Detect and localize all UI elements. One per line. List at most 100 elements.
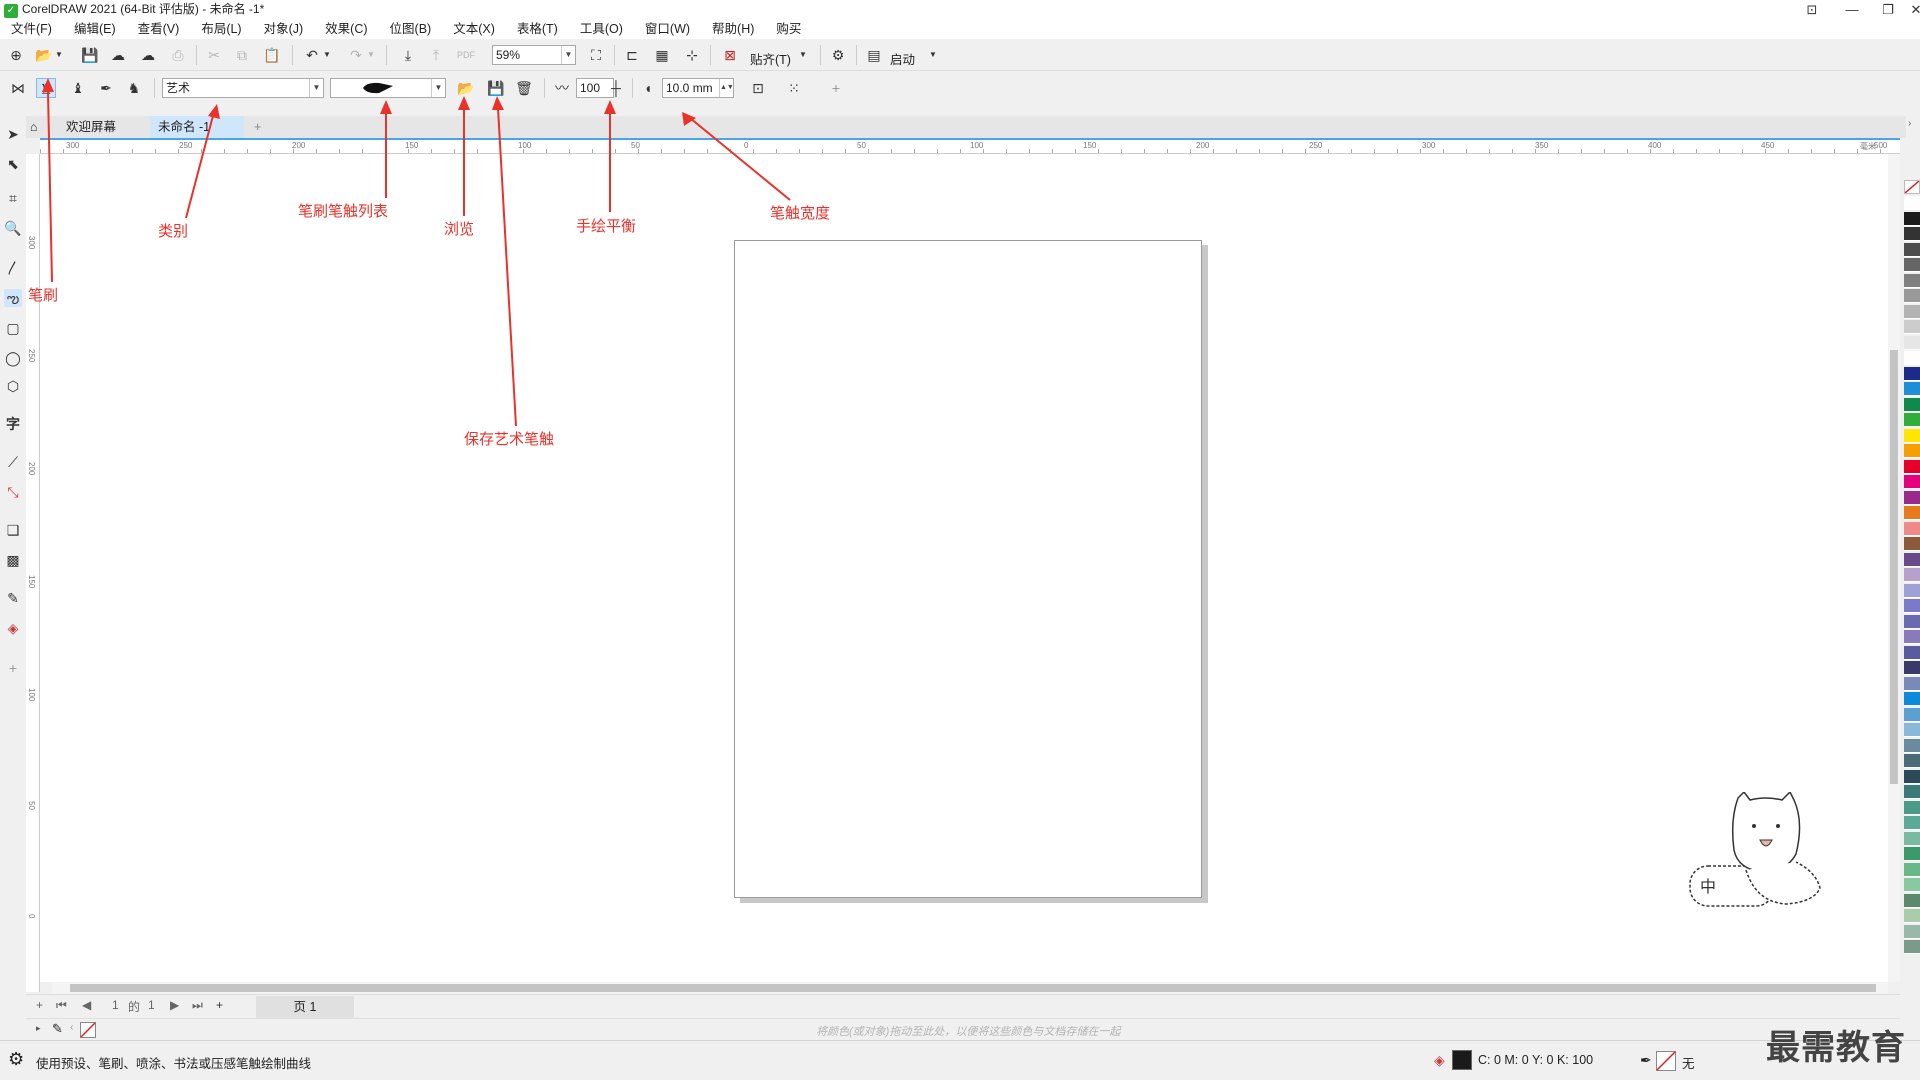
launch-icon[interactable]: ▤ xyxy=(864,45,884,65)
menu-help[interactable]: 帮助(H) xyxy=(701,19,765,39)
pick-tool-icon[interactable]: ➤ xyxy=(4,125,22,143)
palette-swatch[interactable] xyxy=(1904,320,1920,334)
bounding-box-icon[interactable]: ⁙ xyxy=(784,78,804,98)
menu-file[interactable]: 文件(F) xyxy=(0,19,63,39)
palette-swatch[interactable] xyxy=(1904,738,1920,753)
menu-tools[interactable]: 工具(O) xyxy=(569,19,634,39)
palette-eyedropper-icon[interactable]: ✎ xyxy=(52,1021,63,1037)
full-screen-icon[interactable]: ⛶ xyxy=(586,45,606,65)
drawing-page[interactable] xyxy=(734,240,1202,898)
options-gear-icon[interactable]: ⚙ xyxy=(828,45,848,65)
crop-tool-icon[interactable]: ⌗ xyxy=(4,189,22,207)
freehand-smoothing-icon[interactable]: 〰 xyxy=(552,78,572,98)
palette-swatch[interactable] xyxy=(1904,893,1920,908)
category-combo[interactable]: 艺术 ▼ xyxy=(162,78,324,98)
tab-welcome-screen[interactable]: 欢迎屏幕 xyxy=(58,116,124,138)
interactive-fill-tool-icon[interactable]: ◈ xyxy=(4,619,22,637)
import-icon[interactable]: ⤓ xyxy=(398,45,418,65)
text-tool-icon[interactable]: 字 xyxy=(4,415,22,433)
palette-swatch[interactable] xyxy=(1904,459,1920,474)
fill-color-swatch[interactable] xyxy=(1452,1050,1472,1070)
open-folder-icon[interactable]: 📂 xyxy=(34,45,54,65)
palette-swatch[interactable] xyxy=(1904,847,1920,861)
palette-swatch[interactable] xyxy=(1904,614,1920,629)
palette-swatch[interactable] xyxy=(1904,444,1920,458)
menu-buy[interactable]: 购买 xyxy=(765,19,812,39)
menu-layout[interactable]: 布局(L) xyxy=(190,19,252,39)
last-page-icon[interactable]: ⏭ xyxy=(192,998,203,1013)
open-dropdown-icon[interactable]: ▼ xyxy=(54,45,64,65)
palette-swatch[interactable] xyxy=(1904,692,1920,706)
rectangle-tool-icon[interactable]: ▢ xyxy=(4,319,22,337)
artistic-media-tool-icon[interactable]: ఌ xyxy=(4,289,22,307)
transparency-tool-icon[interactable]: ▩ xyxy=(4,551,22,569)
palette-swatch[interactable] xyxy=(1904,397,1920,412)
alignment-guides-icon[interactable]: ⊠ xyxy=(720,45,740,65)
snap-dropdown-icon[interactable]: ▼ xyxy=(798,45,808,65)
redo-dropdown-icon[interactable]: ▼ xyxy=(366,45,376,65)
palette-swatch[interactable] xyxy=(1904,196,1920,210)
palette-swatch[interactable] xyxy=(1904,599,1920,613)
palette-swatch[interactable] xyxy=(1904,366,1920,381)
horizontal-scroll-thumb[interactable] xyxy=(70,984,1876,992)
cloud-download-icon[interactable]: ☁ xyxy=(108,45,128,65)
palette-swatch[interactable] xyxy=(1904,831,1920,846)
menu-window[interactable]: 窗口(W) xyxy=(634,19,701,39)
palette-swatch[interactable] xyxy=(1904,568,1920,582)
parallel-dimension-tool-icon[interactable]: ⟋ xyxy=(4,453,22,471)
zoom-tool-icon[interactable]: 🔍 xyxy=(4,219,22,237)
new-document-icon[interactable]: ⊕ xyxy=(6,45,26,65)
page-tab-1[interactable]: 页 1 xyxy=(256,996,354,1018)
palette-swatch[interactable] xyxy=(1904,676,1920,691)
save-icon[interactable]: 💾 xyxy=(80,45,100,65)
palette-swatch[interactable] xyxy=(1904,537,1920,551)
palette-swatch[interactable] xyxy=(1904,800,1920,815)
palette-swatch[interactable] xyxy=(1904,785,1920,799)
menu-bitmaps[interactable]: 位图(B) xyxy=(379,19,443,39)
eyedropper-tool-icon[interactable]: ✎ xyxy=(4,589,22,607)
undo-dropdown-icon[interactable]: ▼ xyxy=(322,45,332,65)
menu-text[interactable]: 文本(X) xyxy=(442,19,506,39)
next-page-icon[interactable]: ▶ xyxy=(170,998,179,1012)
close-button[interactable]: ✕ xyxy=(1900,0,1920,19)
previous-page-icon[interactable]: ◀ xyxy=(82,998,91,1012)
menu-edit[interactable]: 编辑(E) xyxy=(63,19,127,39)
home-icon[interactable]: ⌂ xyxy=(26,116,42,138)
palette-swatch[interactable] xyxy=(1904,227,1920,241)
cut-icon[interactable]: ✂ xyxy=(204,45,224,65)
horizontal-scrollbar[interactable] xyxy=(52,982,1888,994)
save-artistic-stroke-icon[interactable]: 💾 xyxy=(486,78,506,98)
palette-expand-icon[interactable]: ▸ xyxy=(36,1023,41,1034)
outline-pen-icon[interactable]: ✒ xyxy=(1640,1052,1652,1069)
no-color-doc-swatch[interactable] xyxy=(80,1022,96,1038)
palette-swatch[interactable] xyxy=(1904,475,1920,489)
brush-stroke-combo[interactable]: ▼ xyxy=(330,78,446,98)
menu-object[interactable]: 对象(J) xyxy=(253,19,315,39)
tab-document[interactable]: 未命名 -1 xyxy=(150,116,244,138)
palette-swatch[interactable] xyxy=(1904,924,1920,939)
palette-swatch[interactable] xyxy=(1904,506,1920,520)
scroll-tabs-icon[interactable]: › xyxy=(1908,118,1911,129)
print-icon[interactable]: ⎙ xyxy=(168,45,188,65)
palette-swatch[interactable] xyxy=(1904,490,1920,505)
palette-swatch[interactable] xyxy=(1904,909,1920,923)
copy-icon[interactable]: ⧉ xyxy=(232,45,252,65)
palette-swatch[interactable] xyxy=(1904,428,1920,443)
outline-color-swatch[interactable] xyxy=(1656,1051,1676,1071)
palette-swatch[interactable] xyxy=(1904,351,1920,365)
stroke-width-input[interactable]: 10.0 mm ▲▼ xyxy=(662,78,734,98)
first-page-icon[interactable]: ⏮ xyxy=(56,998,67,1013)
show-rulers-icon[interactable]: ⊏ xyxy=(622,45,642,65)
vertical-scrollbar[interactable] xyxy=(1888,154,1900,982)
pin-icon[interactable]: ⊡ xyxy=(1796,0,1828,19)
show-guidelines-icon[interactable]: ⊹ xyxy=(682,45,702,65)
brush-mode-icon[interactable]: ♜ xyxy=(36,78,56,98)
snap-to-button[interactable]: 贴齐(T) xyxy=(750,49,791,68)
palette-swatch[interactable] xyxy=(1904,382,1920,396)
polygon-tool-icon[interactable]: ⬡ xyxy=(4,377,22,395)
palette-swatch[interactable] xyxy=(1904,521,1920,536)
no-color-swatch[interactable] xyxy=(1904,180,1920,194)
palette-swatch[interactable] xyxy=(1904,273,1920,288)
cloud-upload-icon[interactable]: ☁ xyxy=(138,45,158,65)
add-page-before-icon[interactable]: + xyxy=(36,998,43,1012)
